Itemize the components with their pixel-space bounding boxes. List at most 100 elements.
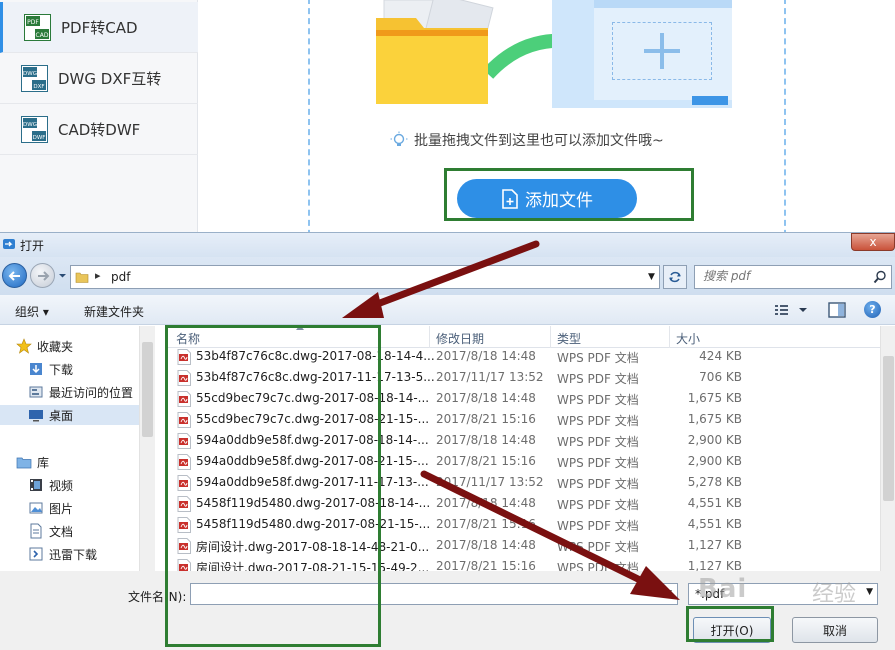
table-row[interactable]: 594a0ddb9e58f.dwg-2017-08-18-14-... 2017/… xyxy=(166,430,881,451)
file-size: 5,278 KB xyxy=(687,475,742,489)
chevron-down-icon: ▼ xyxy=(866,587,873,597)
nav-item-videos[interactable]: 视频 xyxy=(28,475,73,495)
file-type: WPS PDF 文档 xyxy=(557,498,639,512)
refresh-button[interactable] xyxy=(663,265,687,289)
refresh-icon xyxy=(669,271,681,283)
svg-text:DXF: DXF xyxy=(33,84,44,90)
table-row[interactable]: 53b4f87c76c8c.dwg-2017-11-17-13-5... 2017… xyxy=(166,367,881,388)
nav-item-label: 文档 xyxy=(49,524,74,539)
file-size: 1,675 KB xyxy=(687,412,742,426)
star-icon xyxy=(16,338,32,354)
table-row[interactable]: 594a0ddb9e58f.dwg-2017-08-21-15-... 2017/… xyxy=(166,451,881,472)
add-panel-illustration xyxy=(552,0,732,108)
navigation-scrollbar[interactable] xyxy=(139,326,155,571)
sidebar-item-dwg-dxf[interactable]: DWG DXF DWG DXF互转 xyxy=(0,53,198,104)
pdf-file-icon xyxy=(177,370,191,386)
file-modified: 2017/11/17 13:52 xyxy=(436,475,544,489)
table-row[interactable]: 594a0ddb9e58f.dwg-2017-11-17-13-... 2017/… xyxy=(166,472,881,493)
desktop-icon xyxy=(29,410,43,422)
filetype-select[interactable]: *.pdf ▼ xyxy=(688,583,878,605)
file-name: 594a0ddb9e58f.dwg-2017-08-21-15-... xyxy=(196,454,429,468)
nav-item-desktop[interactable]: 桌面 xyxy=(0,405,139,425)
nav-item-recent[interactable]: 最近访问的位置 xyxy=(28,382,133,402)
cancel-button[interactable]: 取消 xyxy=(792,617,878,643)
table-row[interactable]: 53b4f87c76c8c.dwg-2017-08-18-14-4... 2017… xyxy=(166,346,881,367)
dialog-titlebar[interactable]: 打开 x xyxy=(0,233,895,257)
filename-input[interactable] xyxy=(190,583,678,605)
file-modified: 2017/8/21 15:16 xyxy=(436,517,536,531)
file-modified: 2017/8/18 14:48 xyxy=(436,349,536,363)
file-name: 594a0ddb9e58f.dwg-2017-08-18-14-... xyxy=(196,433,429,447)
search-input[interactable] xyxy=(703,269,863,283)
open-file-dialog: 打开 x ▸ pdf ▼ 组织 ▾ 新建文件夹 xyxy=(0,232,895,650)
pdf-file-icon xyxy=(177,559,191,571)
library-icon xyxy=(16,457,32,469)
organize-button[interactable]: 组织 ▾ xyxy=(15,303,49,320)
address-bar[interactable]: ▸ pdf ▼ xyxy=(70,265,660,289)
file-modified: 2017/8/21 15:16 xyxy=(436,412,536,426)
search-icon[interactable] xyxy=(873,270,887,284)
help-button[interactable]: ? xyxy=(864,301,881,318)
nav-item-thunder-downloads[interactable]: 迅雷下载 xyxy=(28,544,97,564)
column-type[interactable]: 类型 xyxy=(557,330,581,347)
file-size: 4,551 KB xyxy=(687,517,742,531)
table-row[interactable]: 房间设计.dwg-2017-08-21-15-15-49-2... 2017/8/… xyxy=(166,556,881,571)
add-file-button[interactable]: 添加文件 xyxy=(457,179,637,218)
pdf-file-icon xyxy=(177,391,191,407)
table-row[interactable]: 5458f119d5480.dwg-2017-08-21-15-... 2017/… xyxy=(166,514,881,535)
view-options-icon[interactable] xyxy=(773,302,811,318)
sidebar-item-cad-to-dwf[interactable]: DWG DWF CAD转DWF xyxy=(0,104,198,155)
file-type: WPS PDF 文档 xyxy=(557,351,639,365)
column-name[interactable]: 名称 xyxy=(176,330,200,347)
table-row[interactable]: 55cd9bec79c7c.dwg-2017-08-21-15-... 2017/… xyxy=(166,409,881,430)
svg-text:DWG: DWG xyxy=(23,71,37,77)
table-row[interactable]: 5458f119d5480.dwg-2017-08-18-14-... 2017/… xyxy=(166,493,881,514)
recent-locations-chevron-icon[interactable] xyxy=(58,271,67,280)
file-modified: 2017/8/18 14:48 xyxy=(436,496,536,510)
column-modified[interactable]: 修改日期 xyxy=(436,330,484,347)
back-button[interactable] xyxy=(2,263,27,288)
file-type: WPS PDF 文档 xyxy=(557,372,639,386)
cad-to-dwf-icon: DWG DWF xyxy=(21,115,48,143)
drop-hint-text: 批量拖拽文件到这里也可以添加文件哦~ xyxy=(414,133,664,149)
nav-item-label: 最近访问的位置 xyxy=(49,385,134,400)
dialog-app-icon xyxy=(3,239,15,249)
folder-illustration-icon xyxy=(376,0,494,104)
folder-icon xyxy=(75,272,89,283)
preview-pane-icon[interactable] xyxy=(828,302,846,318)
sidebar-item-pdf-to-cad[interactable]: PDF CAD PDF转CAD xyxy=(0,2,198,53)
file-name: 594a0ddb9e58f.dwg-2017-11-17-13-... xyxy=(196,475,429,489)
breadcrumb-path[interactable]: pdf xyxy=(111,270,130,284)
file-list-scrollbar[interactable] xyxy=(880,326,895,571)
add-document-icon xyxy=(502,188,518,209)
chevron-down-icon[interactable]: ▼ xyxy=(643,266,660,288)
column-size[interactable]: 大小 xyxy=(676,330,700,347)
nav-item-libraries[interactable]: 库 xyxy=(16,452,49,472)
svg-text:PDF: PDF xyxy=(27,19,39,26)
file-size: 4,551 KB xyxy=(687,496,742,510)
file-size: 424 KB xyxy=(699,349,742,363)
new-folder-button[interactable]: 新建文件夹 xyxy=(84,303,144,320)
nav-item-documents[interactable]: 文档 xyxy=(28,521,73,541)
table-row[interactable]: 55cd9bec79c7c.dwg-2017-08-18-14-... 2017/… xyxy=(166,388,881,409)
file-size: 2,900 KB xyxy=(687,433,742,447)
file-modified: 2017/8/18 14:48 xyxy=(436,538,536,552)
dialog-title: 打开 xyxy=(20,239,45,253)
search-box[interactable] xyxy=(694,265,892,289)
table-row[interactable]: 房间设计.dwg-2017-08-18-14-48-21-0... 2017/8/… xyxy=(166,535,881,556)
sidebar-item-label: DWG DXF互转 xyxy=(58,69,162,88)
chevron-down-icon[interactable]: ▼ xyxy=(660,584,677,604)
video-icon xyxy=(30,479,42,491)
file-name: 5458f119d5480.dwg-2017-08-21-15-... xyxy=(196,517,431,531)
close-button[interactable]: x xyxy=(851,233,895,251)
dialog-toolbar: 组织 ▾ 新建文件夹 ? xyxy=(0,295,895,325)
nav-item-pictures[interactable]: 图片 xyxy=(28,498,73,518)
arrow-right-icon xyxy=(38,271,50,281)
nav-item-favorites[interactable]: 收藏夹 xyxy=(16,336,73,356)
file-size: 2,900 KB xyxy=(687,454,742,468)
file-type: WPS PDF 文档 xyxy=(557,540,639,554)
file-modified: 2017/8/18 14:48 xyxy=(436,391,536,405)
sort-up-icon xyxy=(296,326,304,330)
nav-item-downloads[interactable]: 下载 xyxy=(28,359,73,379)
forward-button[interactable] xyxy=(30,263,55,288)
